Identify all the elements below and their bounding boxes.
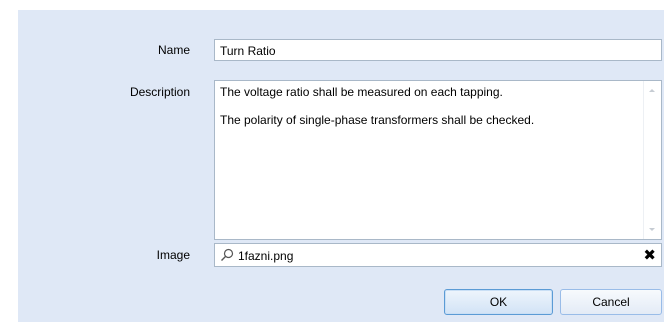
description-label: Description — [129, 85, 190, 99]
image-picker-field[interactable]: 1fazni.png ✖ — [214, 243, 662, 267]
search-icon[interactable] — [220, 248, 234, 262]
ok-button[interactable]: OK — [444, 289, 553, 315]
description-text: The voltage ratio shall be measured on e… — [220, 85, 535, 127]
description-textarea[interactable]: The voltage ratio shall be measured on e… — [214, 80, 662, 240]
name-input[interactable]: Turn Ratio — [214, 39, 662, 61]
dialog-panel: Name Turn Ratio Description The voltage … — [18, 10, 664, 322]
image-filename: 1fazni.png — [238, 249, 294, 263]
cancel-button[interactable]: Cancel — [560, 289, 662, 315]
name-label: Name — [157, 43, 190, 57]
image-label: Image — [156, 248, 190, 262]
close-icon[interactable]: ✖ — [643, 248, 656, 263]
scroll-down-icon[interactable] — [649, 228, 655, 231]
scroll-up-icon[interactable] — [649, 89, 655, 92]
description-scrollbar[interactable] — [643, 81, 661, 239]
